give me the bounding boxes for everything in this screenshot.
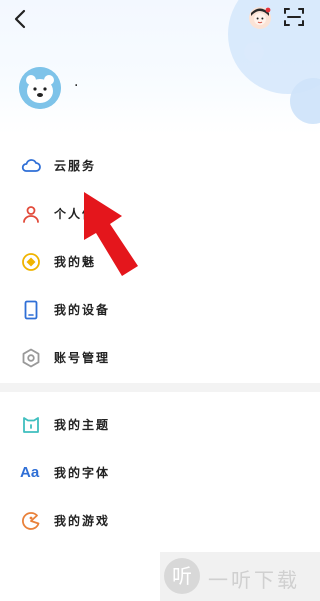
- theme-icon: [20, 414, 42, 436]
- user-avatar-icon[interactable]: [248, 6, 272, 30]
- watermark-logo: 听: [164, 558, 200, 594]
- menu-label: 我的游戏: [54, 514, 111, 528]
- coin-icon: [20, 251, 42, 273]
- profile-header: [0, 0, 320, 135]
- gear-icon: [20, 347, 42, 369]
- cloud-icon: [20, 155, 42, 177]
- back-arrow-icon[interactable]: [10, 8, 32, 30]
- menu-item-my-charm[interactable]: 我的魅: [0, 242, 320, 282]
- menu-label: 我的主题: [54, 418, 111, 432]
- menu-item-my-devices[interactable]: 我的设备: [0, 290, 320, 330]
- menu-label: 账号管理: [54, 351, 111, 365]
- game-icon: [20, 510, 42, 532]
- section-divider: [0, 383, 320, 392]
- menu-item-personal-info[interactable]: 个人信息: [0, 194, 320, 234]
- username: ·: [74, 78, 79, 94]
- person-icon: [20, 203, 42, 225]
- decorative-bubble: [244, 42, 264, 62]
- menu-item-cloud-service[interactable]: 云服务: [0, 146, 320, 186]
- font-icon: Aa: [20, 464, 40, 481]
- profile-avatar[interactable]: [19, 67, 61, 109]
- scan-icon[interactable]: [283, 6, 305, 28]
- menu-label: 我的字体: [54, 466, 111, 480]
- menu-item-my-games[interactable]: 我的游戏: [0, 501, 320, 541]
- menu-item-account-management[interactable]: 账号管理: [0, 338, 320, 378]
- annotation-arrow: [78, 188, 144, 280]
- watermark: 听 一听下载: [160, 552, 320, 601]
- menu-label: 我的设备: [54, 303, 111, 317]
- phone-icon: [20, 299, 42, 321]
- menu-item-my-fonts[interactable]: Aa 我的字体: [0, 453, 320, 493]
- menu-item-my-themes[interactable]: 我的主题: [0, 405, 320, 445]
- watermark-text: 一听下载: [208, 568, 300, 592]
- menu-label: 云服务: [54, 159, 97, 173]
